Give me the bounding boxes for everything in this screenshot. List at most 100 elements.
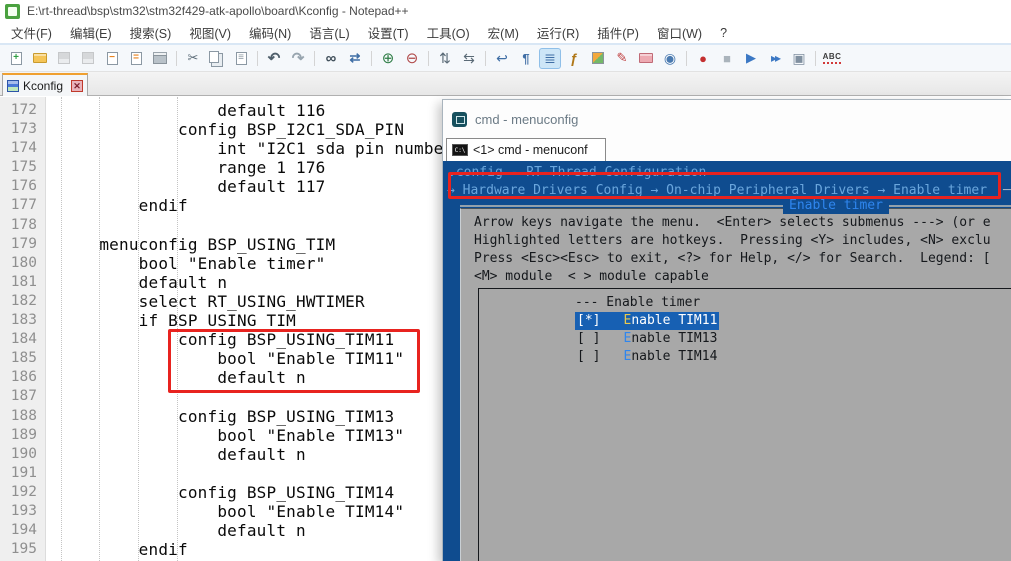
- code-text: bool "Enable timer": [46, 254, 326, 273]
- indent-guide-icon[interactable]: ≣: [539, 48, 561, 69]
- function-list-icon[interactable]: ƒ: [563, 48, 585, 69]
- line-number: 189: [0, 426, 46, 445]
- menu-item[interactable]: 编码(N): [240, 20, 300, 45]
- code-text: [46, 216, 60, 235]
- open-folder-icon[interactable]: [29, 48, 51, 69]
- monitoring-eye-icon[interactable]: ◉: [659, 48, 681, 69]
- sync-vertical-scroll-icon[interactable]: ⇅: [434, 48, 456, 69]
- menu-item[interactable]: 视图(V): [180, 20, 240, 45]
- terminal[interactable]: .config - RT-Thread Configuration → Hard…: [443, 161, 1011, 561]
- cmd-titlebar[interactable]: cmd - menuconfig: [443, 100, 1011, 138]
- menu-item[interactable]: ?: [711, 23, 736, 43]
- macro-stop-icon[interactable]: ■: [716, 48, 738, 69]
- toolbar-separator: [485, 51, 486, 66]
- zoom-out-icon[interactable]: ⊖: [401, 48, 423, 69]
- help-line: <M> module < > module capable: [474, 268, 991, 286]
- saved-file-icon: [7, 80, 19, 92]
- menu-item[interactable]: 工具(O): [418, 20, 479, 45]
- word-wrap-icon[interactable]: ↩: [491, 48, 513, 69]
- close-doc-icon[interactable]: −: [101, 48, 123, 69]
- menu-item[interactable]: 插件(P): [588, 20, 648, 45]
- macro-record-icon[interactable]: ●: [692, 48, 714, 69]
- line-number: 179: [0, 235, 46, 254]
- line-number: 172: [0, 101, 46, 120]
- checkbox-state: [ ]: [577, 349, 600, 364]
- item-label: nable TIM11: [631, 313, 717, 328]
- menu-bar: 文件(F)编辑(E)搜索(S)视图(V)编码(N)语言(L)设置(T)工具(O)…: [0, 22, 1011, 45]
- menu-group-label: --- Enable timer: [575, 294, 719, 312]
- copy-icon[interactable]: [206, 48, 228, 69]
- toolbar-separator: [314, 51, 315, 66]
- macro-save-icon[interactable]: ▣: [788, 48, 810, 69]
- menu-item[interactable]: 文件(F): [2, 20, 61, 45]
- document-list-icon[interactable]: ✎: [611, 48, 633, 69]
- item-label: nable TIM14: [631, 349, 717, 364]
- menu-item[interactable]: 运行(R): [528, 20, 588, 45]
- annotation-red-box-code: [168, 329, 420, 393]
- zoom-in-icon[interactable]: ⊕: [377, 48, 399, 69]
- macro-play-icon[interactable]: ▶: [740, 48, 762, 69]
- save-all-icon[interactable]: [77, 48, 99, 69]
- menu-item[interactable]: 设置(T): [359, 20, 418, 45]
- code-text: config BSP_USING_TIM13: [46, 407, 394, 426]
- print-icon[interactable]: [149, 48, 171, 69]
- document-map-icon[interactable]: [587, 48, 609, 69]
- cmd-tab-label: <1> cmd - menuconf: [473, 143, 588, 157]
- console-app-icon: [452, 112, 467, 127]
- code-text: menuconfig BSP_USING_TIM: [46, 235, 335, 254]
- menu-item[interactable]: 编辑(E): [61, 20, 121, 45]
- menuconfig-help-text: Arrow keys navigate the menu. <Enter> se…: [474, 214, 991, 286]
- new-file-icon[interactable]: +: [5, 48, 27, 69]
- line-number: 177: [0, 196, 46, 215]
- menu-list: --- Enable timer [*]Enable TIM11[ ]Enabl…: [575, 294, 719, 366]
- close-all-docs-icon[interactable]: =: [125, 48, 147, 69]
- notepadpp-titlebar[interactable]: E:\rt-thread\bsp\stm32\stm32f429-atk-apo…: [0, 0, 1011, 22]
- toolbar-separator: [686, 51, 687, 66]
- tab-kconfig[interactable]: Kconfig ✕: [2, 73, 88, 96]
- menu-item[interactable]: 语言(L): [300, 20, 358, 45]
- menu-item[interactable]: 搜索(S): [121, 20, 181, 45]
- menu-checkbox-item[interactable]: [ ]Enable TIM14: [575, 348, 719, 366]
- paste-icon[interactable]: ≡: [230, 48, 252, 69]
- line-number: 182: [0, 292, 46, 311]
- code-text: endif: [46, 196, 188, 215]
- cmd-window-title: cmd - menuconfig: [475, 112, 578, 127]
- line-number: 173: [0, 120, 46, 139]
- line-number: 188: [0, 407, 46, 426]
- menu-item[interactable]: 窗口(W): [648, 20, 711, 45]
- line-number: 178: [0, 216, 46, 235]
- line-number: 190: [0, 445, 46, 464]
- tab-close-icon[interactable]: ✕: [71, 80, 83, 92]
- toolbar-separator: [371, 51, 372, 66]
- item-label: nable TIM13: [631, 331, 717, 346]
- line-number: 186: [0, 368, 46, 387]
- code-text: if BSP_USING_TIM: [46, 311, 296, 330]
- cut-icon[interactable]: ✂: [182, 48, 204, 69]
- save-icon[interactable]: [53, 48, 75, 69]
- menuconfig-dialog: Arrow keys navigate the menu. <Enter> se…: [460, 208, 1011, 561]
- toolbar-separator: [176, 51, 177, 66]
- redo-icon[interactable]: ↷: [287, 48, 309, 69]
- code-text: range 1 176: [46, 158, 326, 177]
- checkbox-state: [ ]: [577, 331, 600, 346]
- menu-checkbox-item[interactable]: [ ]Enable TIM13: [575, 330, 719, 348]
- sync-horizontal-scroll-icon[interactable]: ⇆: [458, 48, 480, 69]
- toolbar-separator: [257, 51, 258, 66]
- code-text: default 116: [46, 101, 326, 120]
- macro-run-multiple-icon[interactable]: ▸▸: [764, 48, 786, 69]
- annotation-red-box-breadcrumb: [448, 172, 1001, 199]
- code-text: bool "Enable TIM13": [46, 426, 404, 445]
- spell-check-icon[interactable]: ABC: [821, 48, 843, 69]
- cmd-console-tab[interactable]: C:\ <1> cmd - menuconf: [446, 138, 606, 161]
- folder-as-workspace-icon[interactable]: [635, 48, 657, 69]
- undo-icon[interactable]: ↶: [263, 48, 285, 69]
- menu-checkbox-item[interactable]: [*]Enable TIM11: [575, 312, 719, 330]
- tab-label: Kconfig: [23, 79, 71, 93]
- replace-icon[interactable]: ⇄: [344, 48, 366, 69]
- line-number: 185: [0, 349, 46, 368]
- line-number: 193: [0, 502, 46, 521]
- menu-item[interactable]: 宏(M): [479, 20, 528, 45]
- show-all-characters-icon[interactable]: ¶: [515, 48, 537, 69]
- line-number: 187: [0, 387, 46, 406]
- find-icon[interactable]: ∞: [320, 48, 342, 69]
